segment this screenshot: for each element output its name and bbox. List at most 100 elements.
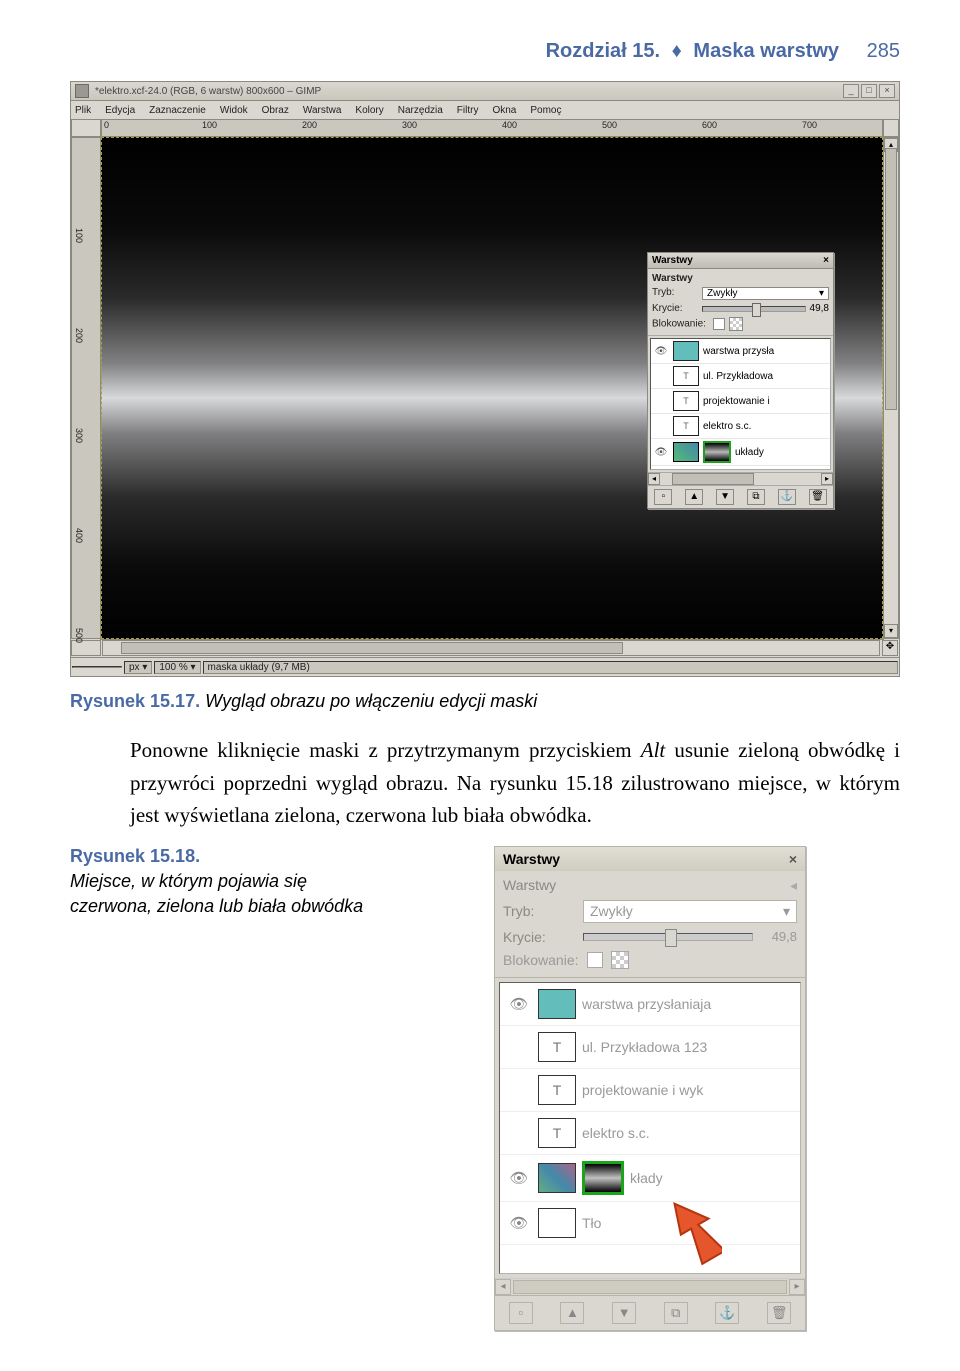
mask-thumb[interactable] bbox=[582, 1161, 624, 1195]
delete-layer-button[interactable]: 🗑 bbox=[809, 489, 827, 505]
eye-icon[interactable]: 👁 bbox=[506, 1214, 532, 1232]
menu-edycja[interactable]: Edycja bbox=[105, 105, 135, 116]
layer-row[interactable]: 👁 Tło bbox=[500, 1202, 800, 1245]
panel-hscroll[interactable]: ◂ ▸ bbox=[495, 1278, 805, 1295]
diamond-icon: ♦ bbox=[672, 40, 682, 62]
body-paragraph: Ponowne kliknięcie maski z przytrzymanym… bbox=[130, 734, 900, 832]
eye-icon[interactable]: 👁 bbox=[506, 1169, 532, 1187]
mode-select[interactable]: Zwykły ▾ bbox=[583, 900, 797, 923]
scroll-thumb[interactable] bbox=[121, 642, 623, 654]
panel-title: Warstwy bbox=[652, 255, 693, 266]
layer-row[interactable]: T elektro s.c. bbox=[651, 414, 830, 439]
opacity-label: Krycie: bbox=[503, 929, 583, 945]
window-titlebar[interactable]: *elektro.xcf-24.0 (RGB, 6 warstw) 800x60… bbox=[70, 81, 900, 101]
anchor-layer-button[interactable]: ⚓ bbox=[778, 489, 796, 505]
arrow-left-icon[interactable]: ◂ bbox=[495, 1279, 511, 1295]
new-layer-button[interactable]: ▫ bbox=[509, 1302, 533, 1324]
layer-thumb[interactable]: T bbox=[673, 391, 699, 411]
close-button[interactable]: × bbox=[879, 84, 895, 98]
anchor-layer-button[interactable]: ⚓ bbox=[715, 1302, 739, 1324]
menu-warstwa[interactable]: Warstwa bbox=[303, 105, 342, 116]
layer-row[interactable]: T projektowanie i bbox=[651, 389, 830, 414]
layers-panel-big[interactable]: Warstwy × Warstwy ◂ Tryb: Zwykły ▾ Kryci… bbox=[494, 846, 806, 1331]
layer-thumb[interactable]: T bbox=[673, 366, 699, 386]
panel-hscroll[interactable]: ◂ ▸ bbox=[648, 472, 833, 485]
nav-icon[interactable]: ✥ bbox=[882, 640, 898, 656]
opacity-slider[interactable]: 49,8 bbox=[702, 303, 829, 314]
layer-thumb[interactable] bbox=[673, 442, 699, 462]
layer-row-selected[interactable]: 👁 kłady bbox=[500, 1155, 800, 1202]
layer-row[interactable]: T ul. Przykładowa 123 bbox=[500, 1026, 800, 1069]
panel-close-icon[interactable]: × bbox=[789, 851, 797, 867]
lock-alpha-icon[interactable] bbox=[611, 951, 629, 969]
layer-thumb[interactable]: T bbox=[538, 1032, 576, 1062]
menu-filtry[interactable]: Filtry bbox=[457, 105, 479, 116]
menu-obraz[interactable]: Obraz bbox=[262, 105, 289, 116]
eye-icon[interactable]: 👁 bbox=[653, 447, 669, 458]
vruler-tick: 400 bbox=[74, 528, 84, 543]
lock-checkbox[interactable] bbox=[713, 318, 725, 330]
mode-value: Zwykły bbox=[590, 903, 633, 920]
opacity-slider[interactable]: 49,8 bbox=[583, 929, 797, 944]
menu-plik[interactable]: Plik bbox=[75, 105, 91, 116]
mode-select[interactable]: Zwykły ▾ bbox=[702, 287, 829, 300]
panel-close-icon[interactable]: × bbox=[823, 255, 829, 266]
menu-kolory[interactable]: Kolory bbox=[355, 105, 383, 116]
duplicate-layer-button[interactable]: ⧉ bbox=[747, 489, 765, 505]
layer-thumb[interactable] bbox=[538, 1208, 576, 1238]
window-title: *elektro.xcf-24.0 (RGB, 6 warstw) 800x60… bbox=[95, 86, 321, 97]
ruler-corner bbox=[71, 119, 101, 137]
scroll-thumb[interactable] bbox=[672, 473, 754, 485]
duplicate-layer-button[interactable]: ⧉ bbox=[664, 1302, 688, 1324]
menu-widok[interactable]: Widok bbox=[220, 105, 248, 116]
hruler-tick: 600 bbox=[702, 120, 717, 130]
vertical-scrollbar[interactable]: ▴ ▾ bbox=[883, 137, 899, 639]
layer-row[interactable]: 👁 warstwa przysła bbox=[651, 339, 830, 364]
layer-thumb[interactable] bbox=[538, 989, 576, 1019]
menu-zaznaczenie[interactable]: Zaznaczenie bbox=[149, 105, 206, 116]
mask-thumb[interactable] bbox=[703, 441, 731, 463]
vertical-ruler: 100 200 300 400 500 bbox=[71, 137, 101, 639]
layer-row[interactable]: 👁 warstwa przysłaniaja bbox=[500, 983, 800, 1026]
vruler-tick: 100 bbox=[74, 228, 84, 243]
arrow-down-icon[interactable]: ▾ bbox=[884, 624, 898, 638]
lock-alpha-icon[interactable] bbox=[729, 317, 743, 331]
lower-layer-button[interactable]: ▼ bbox=[612, 1302, 636, 1324]
raise-layer-button[interactable]: ▲ bbox=[560, 1302, 584, 1324]
layer-row[interactable]: T ul. Przykładowa bbox=[651, 364, 830, 389]
layer-row[interactable]: T elektro s.c. bbox=[500, 1112, 800, 1155]
lock-checkbox[interactable] bbox=[587, 952, 603, 968]
arrow-right-icon[interactable]: ▸ bbox=[789, 1279, 805, 1295]
layers-panel-small[interactable]: Warstwy × Warstwy Tryb: Zwykły ▾ Krycie: bbox=[647, 252, 834, 509]
delete-layer-button[interactable]: 🗑 bbox=[767, 1302, 791, 1324]
arrow-right-icon[interactable]: ▸ bbox=[821, 473, 833, 485]
layer-thumb[interactable]: T bbox=[538, 1118, 576, 1148]
cursor-pos bbox=[72, 666, 122, 668]
raise-layer-button[interactable]: ▲ bbox=[685, 489, 703, 505]
panel-toolbar: ▫ ▲ ▼ ⧉ ⚓ 🗑 bbox=[495, 1295, 805, 1330]
scroll-thumb[interactable] bbox=[513, 1280, 787, 1294]
layer-list: 👁 warstwa przysła T ul. Przykładowa T bbox=[650, 338, 831, 470]
lower-layer-button[interactable]: ▼ bbox=[716, 489, 734, 505]
eye-icon[interactable]: 👁 bbox=[506, 995, 532, 1013]
panel-menu-icon[interactable]: ◂ bbox=[790, 877, 797, 894]
scroll-thumb[interactable] bbox=[885, 148, 897, 410]
menu-pomoc[interactable]: Pomoc̨ bbox=[530, 105, 561, 116]
image-canvas[interactable]: Warstwy × Warstwy Tryb: Zwykły ▾ Krycie: bbox=[101, 137, 883, 639]
layer-thumb[interactable]: T bbox=[673, 416, 699, 436]
layer-thumb[interactable]: T bbox=[538, 1075, 576, 1105]
layer-thumb[interactable] bbox=[673, 341, 699, 361]
eye-icon[interactable]: 👁 bbox=[653, 346, 669, 357]
new-layer-button[interactable]: ▫ bbox=[654, 489, 672, 505]
minimize-button[interactable]: _ bbox=[843, 84, 859, 98]
layer-thumb[interactable] bbox=[538, 1163, 576, 1193]
zoom-select[interactable]: 100 % ▾ bbox=[154, 661, 200, 674]
unit-select[interactable]: px ▾ bbox=[124, 661, 152, 674]
layer-row[interactable]: T projektowanie i wyk bbox=[500, 1069, 800, 1112]
menu-narzedzia[interactable]: Narzędzia bbox=[398, 105, 443, 116]
horizontal-scrollbar[interactable] bbox=[102, 640, 880, 656]
arrow-left-icon[interactable]: ◂ bbox=[648, 473, 660, 485]
layer-row-selected[interactable]: 👁 układy bbox=[651, 439, 830, 466]
menu-okna[interactable]: Okna bbox=[492, 105, 516, 116]
maximize-button[interactable]: □ bbox=[861, 84, 877, 98]
